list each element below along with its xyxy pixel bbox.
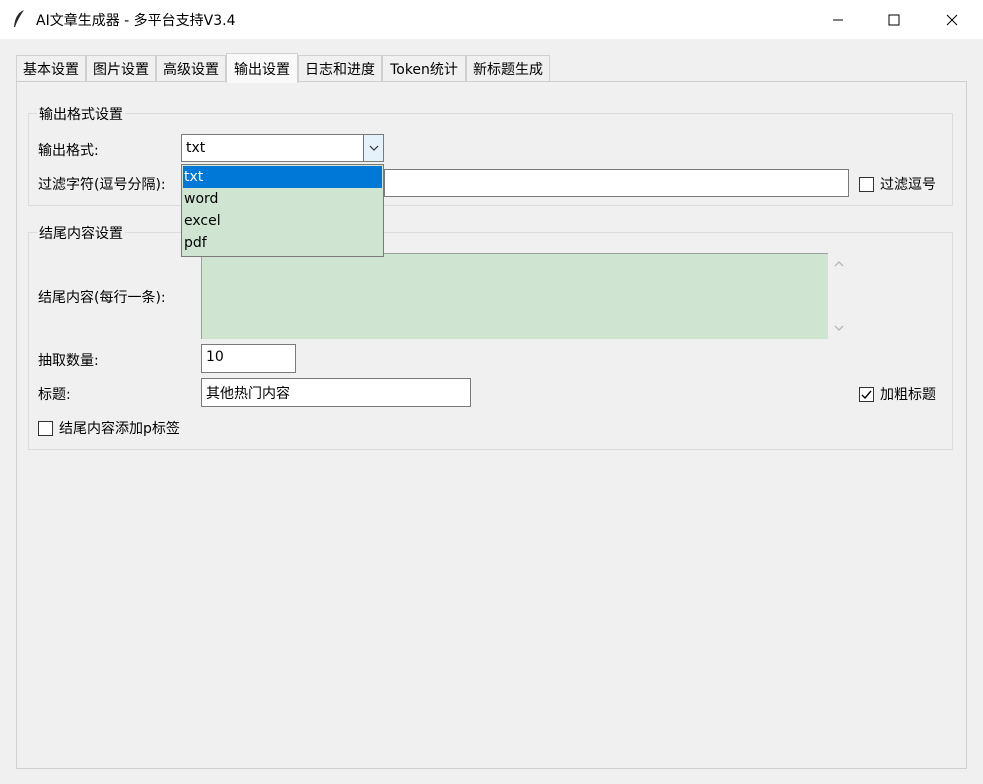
output-format-group-title: 输出格式设置	[37, 104, 125, 124]
p-tag-box[interactable]	[38, 420, 53, 436]
filter-comma-box[interactable]	[859, 176, 874, 192]
ending-content-group-title: 结尾内容设置	[37, 223, 125, 243]
tab-advanced-settings[interactable]: 高级设置	[156, 55, 226, 82]
scroll-down-button[interactable]	[831, 321, 847, 335]
tab-new-title[interactable]: 新标题生成	[466, 55, 550, 82]
dropdown-option-pdf[interactable]: pdf	[183, 232, 382, 254]
bold-heading-checkbox[interactable]: 加粗标题	[859, 384, 936, 404]
filter-chars-input[interactable]	[384, 169, 849, 197]
tab-token-stats[interactable]: Token统计	[382, 55, 466, 82]
feather-icon	[14, 10, 24, 27]
output-format-dropdown-list: txt word excel pdf	[181, 164, 384, 257]
chevron-down-icon	[834, 325, 844, 331]
tab-basic-settings[interactable]: 基本设置	[16, 55, 86, 82]
bold-heading-box[interactable]	[859, 386, 874, 402]
bold-heading-label: 加粗标题	[880, 387, 936, 403]
filter-comma-label: 过滤逗号	[880, 177, 936, 193]
p-tag-checkbox[interactable]: 结尾内容添加p标签	[38, 418, 180, 438]
filter-comma-checkbox[interactable]: 过滤逗号	[859, 174, 936, 194]
close-button[interactable]	[923, 0, 981, 39]
maximize-icon	[888, 14, 900, 25]
chevron-up-icon	[834, 261, 844, 267]
tab-output-settings[interactable]: 输出设置	[226, 53, 298, 83]
tab-log-progress[interactable]: 日志和进度	[298, 55, 382, 82]
filter-chars-label: 过滤字符(逗号分隔):	[38, 177, 166, 193]
window-title: AI文章生成器 - 多平台支持V3.4	[36, 13, 236, 29]
extract-count-input[interactable]: 10	[201, 344, 296, 373]
minimize-button[interactable]	[809, 0, 867, 39]
heading-label: 标题:	[38, 387, 71, 403]
output-format-dropdown-button[interactable]	[363, 135, 383, 161]
chevron-down-icon	[369, 145, 378, 151]
scroll-up-button[interactable]	[831, 257, 847, 271]
minimize-icon	[833, 19, 843, 20]
maximize-button[interactable]	[865, 0, 923, 39]
output-format-label: 输出格式:	[38, 143, 99, 159]
dropdown-option-txt[interactable]: txt	[183, 166, 382, 188]
heading-input[interactable]: 其他热门内容	[201, 378, 471, 407]
ending-content-textarea[interactable]	[201, 253, 828, 339]
tab-image-settings[interactable]: 图片设置	[86, 55, 156, 82]
close-icon	[946, 14, 958, 25]
p-tag-label: 结尾内容添加p标签	[59, 421, 180, 437]
dropdown-option-word[interactable]: word	[183, 188, 382, 210]
dropdown-option-excel[interactable]: excel	[183, 210, 382, 232]
output-format-value: txt	[186, 140, 206, 156]
title-bar: AI文章生成器 - 多平台支持V3.4	[0, 0, 983, 39]
ending-content-label: 结尾内容(每行一条):	[38, 290, 166, 306]
check-icon	[861, 390, 872, 399]
extract-count-label: 抽取数量:	[38, 353, 99, 369]
output-format-combobox[interactable]: txt	[181, 134, 384, 162]
